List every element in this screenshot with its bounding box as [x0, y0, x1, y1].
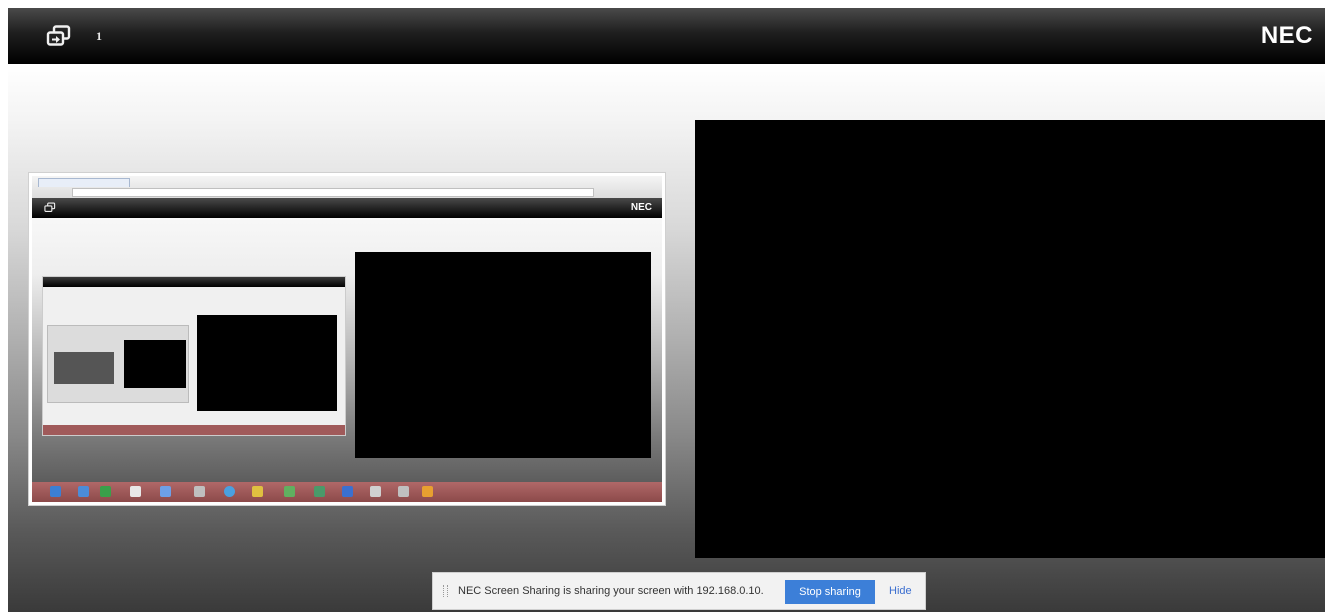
globe-icon [224, 486, 235, 497]
ie-icon [50, 486, 61, 497]
top-header: 1 NEC [8, 8, 1325, 64]
mini-taskbar [32, 482, 662, 502]
sharing-message: NEC Screen Sharing is sharing your scree… [458, 585, 764, 597]
search-icon [370, 486, 381, 497]
app-icon [314, 486, 325, 497]
screen-sharing-notification: NEC Screen Sharing is sharing your scree… [432, 572, 926, 610]
mini-nested-taskbar [43, 425, 345, 435]
mini-nested-video-2 [124, 340, 186, 388]
shared-screen-thumbnail: NEC [32, 176, 662, 502]
chrome-icon [422, 486, 433, 497]
app-window: 1 NEC NEC NEC Screen Sharing is sharing … [8, 8, 1325, 612]
mini-nested-preview-2 [47, 325, 189, 403]
mini-browser-tab [38, 178, 130, 187]
app-icon [398, 486, 409, 497]
mini-remote-video [355, 252, 651, 458]
app-icon [100, 486, 111, 497]
screen-share-icon[interactable] [46, 25, 72, 47]
participant-count: 1 [96, 29, 102, 43]
mini-nested-preview [42, 276, 346, 436]
mini-address-bar [72, 188, 594, 197]
stop-sharing-button[interactable]: Stop sharing [785, 580, 875, 604]
mini-nested-header [43, 277, 345, 287]
app-icon [130, 486, 141, 497]
drag-handle-icon[interactable] [443, 585, 448, 597]
app-icon [194, 486, 205, 497]
remote-video[interactable] [695, 120, 1325, 558]
local-screen-preview[interactable]: NEC [28, 172, 666, 506]
app-icon [252, 486, 263, 497]
conference-stage: NEC NEC Screen Sharing is sharing your s… [8, 64, 1325, 612]
mini-screen-share-icon [44, 202, 56, 212]
mini-app-header: NEC [32, 198, 662, 218]
mini-nested-preview-3 [54, 352, 114, 384]
app-icon [160, 486, 171, 497]
hide-link[interactable]: Hide [889, 585, 912, 597]
app-icon [342, 486, 353, 497]
app-icon [284, 486, 295, 497]
mini-browser-bar [32, 176, 662, 199]
mini-brand-logo: NEC [630, 202, 652, 213]
brand-logo: NEC [1260, 22, 1313, 49]
mini-nested-remote-video [197, 315, 337, 411]
folder-icon [78, 486, 89, 497]
